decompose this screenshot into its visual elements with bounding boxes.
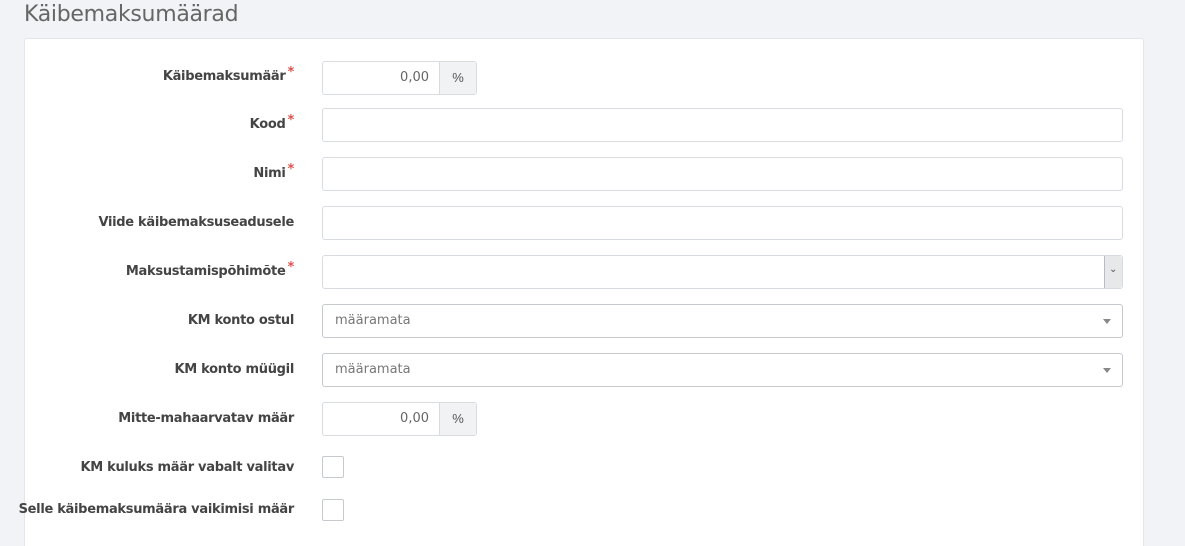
expense-rate-checkbox[interactable] <box>322 456 344 478</box>
name-input[interactable] <box>322 157 1123 191</box>
code-input[interactable] <box>322 108 1123 142</box>
name-label: Nimi * <box>253 162 294 181</box>
taxation-principle-select[interactable]: ⌄ <box>322 255 1123 289</box>
caret-down-icon <box>1103 319 1111 324</box>
caret-down-icon <box>1103 368 1111 373</box>
vat-rate-form: Käibemaksumäär * 0,00 % Kood * Nimi * Viide… <box>19 38 1144 546</box>
law-reference-label: Viide käibemaksuseadusele <box>98 215 294 230</box>
taxation-principle-label: Maksustamispõhimõte * <box>125 260 294 279</box>
vat-account-purchase-select[interactable]: määramata <box>322 304 1123 338</box>
selected-value: määramata <box>335 313 411 328</box>
required-asterisk: * <box>287 162 295 177</box>
default-rate-checkbox[interactable] <box>322 499 344 521</box>
non-deductible-rate-label: Mitte-mahaarvatav määr <box>118 411 294 426</box>
vat-account-sale-select[interactable]: määramata <box>322 353 1123 387</box>
rate-input[interactable]: 0,00 % <box>322 61 477 95</box>
vat-account-sale-label: KM konto müügil <box>174 362 295 377</box>
expense-rate-label: KM kuluks määr vabalt valitav <box>80 460 294 475</box>
percent-addon: % <box>439 62 476 94</box>
non-deductible-rate-value[interactable]: 0,00 <box>323 403 439 435</box>
rate-value[interactable]: 0,00 <box>323 62 439 94</box>
chevron-down-icon[interactable]: ⌄ <box>1104 256 1122 288</box>
percent-addon: % <box>439 403 476 435</box>
required-asterisk: * <box>287 65 295 80</box>
law-reference-input[interactable] <box>322 206 1123 240</box>
selected-value: määramata <box>335 362 411 377</box>
required-asterisk: * <box>287 113 295 128</box>
rate-label: Käibemaksumäär * <box>162 65 294 84</box>
required-asterisk: * <box>287 260 295 275</box>
vat-account-purchase-label: KM konto ostul <box>187 313 294 328</box>
non-deductible-rate-input[interactable]: 0,00 % <box>322 402 477 436</box>
code-label: Kood * <box>249 113 295 132</box>
page-title: Käibemaksumäärad <box>24 2 239 27</box>
default-rate-label: Selle käibemaksumäära vaikimisi määr <box>18 502 295 517</box>
